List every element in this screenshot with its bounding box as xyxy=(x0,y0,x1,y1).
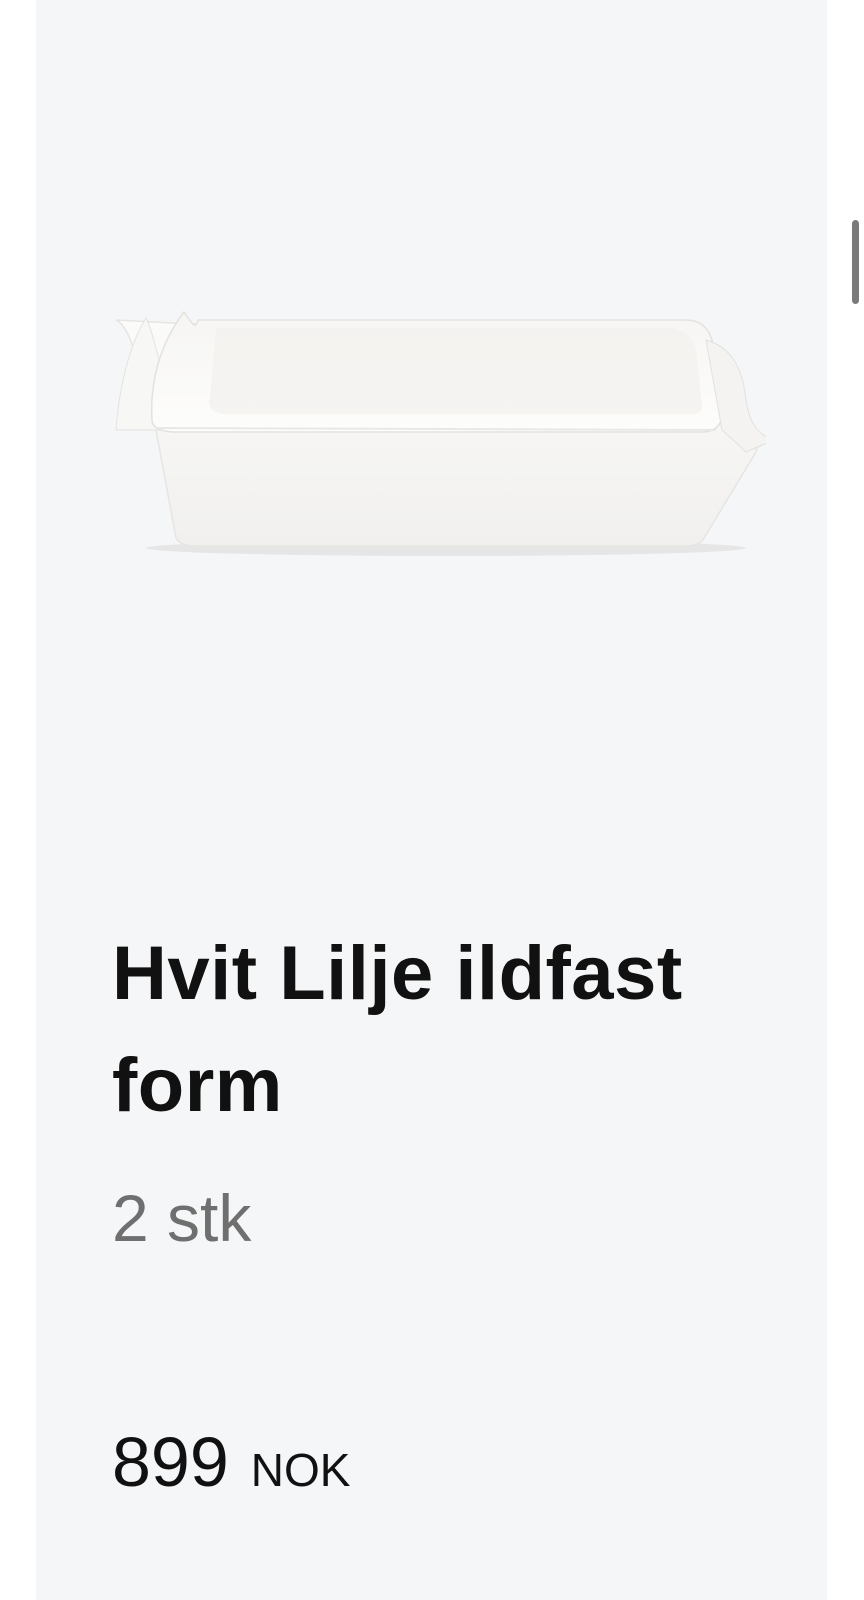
scrollbar[interactable] xyxy=(852,220,859,304)
product-quantity: 2 stk xyxy=(112,1181,252,1255)
price-currency: NOK xyxy=(250,1444,351,1496)
price-amount: 899 xyxy=(112,1423,229,1501)
product-image xyxy=(115,310,766,556)
product-title: Hvit Lilje ildfast form xyxy=(112,931,683,1128)
product-price: 899 NOK xyxy=(112,1422,350,1510)
product-card[interactable]: Hvit Lilje ildfast form 2 stk 899 NOK xyxy=(36,0,827,1600)
product-page: Hvit Lilje ildfast form 2 stk 899 NOK xyxy=(0,0,864,1600)
